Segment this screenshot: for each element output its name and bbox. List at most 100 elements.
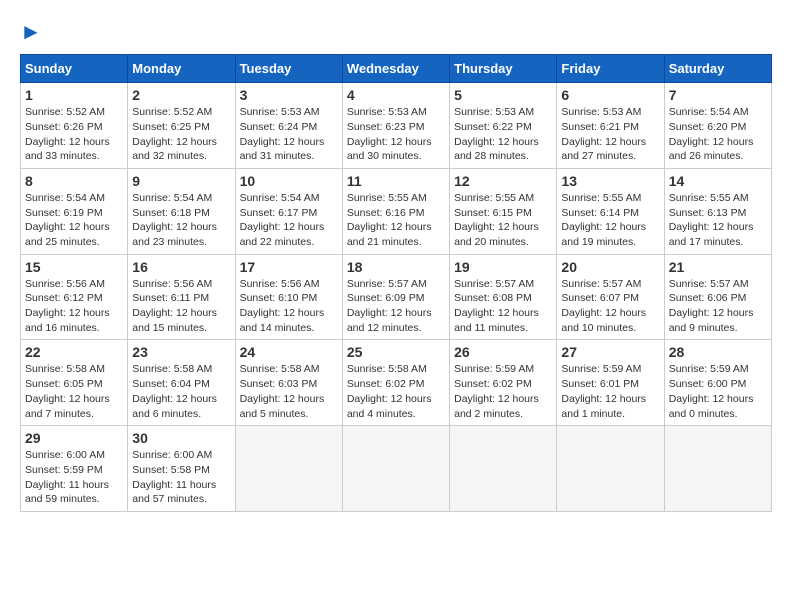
column-header-saturday: Saturday [664, 55, 771, 83]
calendar-week-row: 29Sunrise: 6:00 AMSunset: 5:59 PMDayligh… [21, 426, 772, 512]
column-header-monday: Monday [128, 55, 235, 83]
calendar-cell: 2 Sunrise: 5:52 AMSunset: 6:25 PMDaylight… [128, 83, 235, 169]
calendar-cell: 13 Sunrise: 5:55 AMSunset: 6:14 PMDayligh… [557, 168, 664, 254]
day-info: Sunrise: 5:53 AMSunset: 6:23 PMDaylight:… [347, 105, 445, 164]
calendar-cell: 20 Sunrise: 5:57 AMSunset: 6:07 PMDayligh… [557, 254, 664, 340]
day-info: Sunrise: 5:52 AMSunset: 6:25 PMDaylight:… [132, 105, 230, 164]
calendar-cell: 25 Sunrise: 5:58 AMSunset: 6:02 PMDayligh… [342, 340, 449, 426]
day-info: Sunrise: 5:52 AMSunset: 6:26 PMDaylight:… [25, 105, 123, 164]
day-number: 25 [347, 344, 445, 360]
day-number: 15 [25, 259, 123, 275]
column-header-thursday: Thursday [450, 55, 557, 83]
column-header-sunday: Sunday [21, 55, 128, 83]
calendar-cell: 9Sunrise: 5:54 AMSunset: 6:18 PMDaylight… [128, 168, 235, 254]
day-info: Sunrise: 5:59 AMSunset: 6:01 PMDaylight:… [561, 362, 659, 421]
calendar-cell [664, 426, 771, 512]
day-number: 12 [454, 173, 552, 189]
column-header-friday: Friday [557, 55, 664, 83]
day-number: 5 [454, 87, 552, 103]
calendar-cell: 3 Sunrise: 5:53 AMSunset: 6:24 PMDaylight… [235, 83, 342, 169]
logo-icon-bird: ► [20, 19, 42, 44]
day-number: 18 [347, 259, 445, 275]
calendar-week-row: 1 Sunrise: 5:52 AMSunset: 6:26 PMDaylight… [21, 83, 772, 169]
day-info: Sunrise: 5:55 AMSunset: 6:14 PMDaylight:… [561, 191, 659, 250]
day-number: 23 [132, 344, 230, 360]
day-info: Sunrise: 5:59 AMSunset: 6:02 PMDaylight:… [454, 362, 552, 421]
day-number: 11 [347, 173, 445, 189]
day-info: Sunrise: 5:57 AMSunset: 6:09 PMDaylight:… [347, 277, 445, 336]
day-number: 13 [561, 173, 659, 189]
day-info: Sunrise: 5:55 AMSunset: 6:15 PMDaylight:… [454, 191, 552, 250]
day-number: 8 [25, 173, 123, 189]
calendar-cell: 21 Sunrise: 5:57 AMSunset: 6:06 PMDayligh… [664, 254, 771, 340]
day-number: 16 [132, 259, 230, 275]
day-number: 7 [669, 87, 767, 103]
logo: ► [20, 20, 42, 44]
day-number: 30 [132, 430, 230, 446]
day-number: 26 [454, 344, 552, 360]
day-info: Sunrise: 5:55 AMSunset: 6:13 PMDaylight:… [669, 191, 767, 250]
day-number: 22 [25, 344, 123, 360]
calendar-cell: 14 Sunrise: 5:55 AMSunset: 6:13 PMDayligh… [664, 168, 771, 254]
day-info: Sunrise: 5:54 AMSunset: 6:19 PMDaylight:… [25, 191, 123, 250]
day-info: Sunrise: 5:53 AMSunset: 6:22 PMDaylight:… [454, 105, 552, 164]
day-info: Sunrise: 5:53 AMSunset: 6:24 PMDaylight:… [240, 105, 338, 164]
calendar-cell: 11 Sunrise: 5:55 AMSunset: 6:16 PMDayligh… [342, 168, 449, 254]
day-number: 28 [669, 344, 767, 360]
day-info: Sunrise: 5:54 AMSunset: 6:20 PMDaylight:… [669, 105, 767, 164]
day-info: Sunrise: 5:54 AMSunset: 6:17 PMDaylight:… [240, 191, 338, 250]
day-info: Sunrise: 5:58 AMSunset: 6:05 PMDaylight:… [25, 362, 123, 421]
day-number: 3 [240, 87, 338, 103]
day-info: Sunrise: 5:57 AMSunset: 6:07 PMDaylight:… [561, 277, 659, 336]
calendar-header-row: SundayMondayTuesdayWednesdayThursdayFrid… [21, 55, 772, 83]
calendar-cell: 12 Sunrise: 5:55 AMSunset: 6:15 PMDayligh… [450, 168, 557, 254]
day-info: Sunrise: 5:57 AMSunset: 6:06 PMDaylight:… [669, 277, 767, 336]
day-number: 1 [25, 87, 123, 103]
day-number: 24 [240, 344, 338, 360]
calendar-cell: 10 Sunrise: 5:54 AMSunset: 6:17 PMDayligh… [235, 168, 342, 254]
calendar-cell: 6Sunrise: 5:53 AMSunset: 6:21 PMDaylight… [557, 83, 664, 169]
day-info: Sunrise: 5:58 AMSunset: 6:04 PMDaylight:… [132, 362, 230, 421]
calendar-week-row: 8 Sunrise: 5:54 AMSunset: 6:19 PMDaylight… [21, 168, 772, 254]
day-number: 29 [25, 430, 123, 446]
calendar-cell: 5 Sunrise: 5:53 AMSunset: 6:22 PMDaylight… [450, 83, 557, 169]
day-number: 2 [132, 87, 230, 103]
day-info: Sunrise: 5:56 AMSunset: 6:10 PMDaylight:… [240, 277, 338, 336]
calendar-cell: 22 Sunrise: 5:58 AMSunset: 6:05 PMDayligh… [21, 340, 128, 426]
day-number: 20 [561, 259, 659, 275]
day-number: 6 [561, 87, 659, 103]
calendar-cell [235, 426, 342, 512]
day-info: Sunrise: 5:59 AMSunset: 6:00 PMDaylight:… [669, 362, 767, 421]
calendar-cell: 16 Sunrise: 5:56 AMSunset: 6:11 PMDayligh… [128, 254, 235, 340]
day-number: 27 [561, 344, 659, 360]
calendar-cell: 7 Sunrise: 5:54 AMSunset: 6:20 PMDaylight… [664, 83, 771, 169]
calendar-cell: 15 Sunrise: 5:56 AMSunset: 6:12 PMDayligh… [21, 254, 128, 340]
calendar-cell: 26 Sunrise: 5:59 AMSunset: 6:02 PMDayligh… [450, 340, 557, 426]
calendar-cell [557, 426, 664, 512]
calendar-cell: 30Sunrise: 6:00 AMSunset: 5:58 PMDayligh… [128, 426, 235, 512]
day-info: Sunrise: 5:58 AMSunset: 6:03 PMDaylight:… [240, 362, 338, 421]
calendar-cell: 28 Sunrise: 5:59 AMSunset: 6:00 PMDayligh… [664, 340, 771, 426]
day-number: 9 [132, 173, 230, 189]
calendar-cell: 4Sunrise: 5:53 AMSunset: 6:23 PMDaylight… [342, 83, 449, 169]
calendar-cell: 27 Sunrise: 5:59 AMSunset: 6:01 PMDayligh… [557, 340, 664, 426]
calendar-cell: 23 Sunrise: 5:58 AMSunset: 6:04 PMDayligh… [128, 340, 235, 426]
day-info: Sunrise: 5:55 AMSunset: 6:16 PMDaylight:… [347, 191, 445, 250]
day-info: Sunrise: 5:58 AMSunset: 6:02 PMDaylight:… [347, 362, 445, 421]
day-info: Sunrise: 5:56 AMSunset: 6:12 PMDaylight:… [25, 277, 123, 336]
day-number: 19 [454, 259, 552, 275]
column-header-tuesday: Tuesday [235, 55, 342, 83]
calendar-cell: 29Sunrise: 6:00 AMSunset: 5:59 PMDayligh… [21, 426, 128, 512]
day-number: 17 [240, 259, 338, 275]
day-number: 14 [669, 173, 767, 189]
calendar-cell: 1 Sunrise: 5:52 AMSunset: 6:26 PMDaylight… [21, 83, 128, 169]
day-number: 21 [669, 259, 767, 275]
calendar-cell: 18 Sunrise: 5:57 AMSunset: 6:09 PMDayligh… [342, 254, 449, 340]
day-info: Sunrise: 5:56 AMSunset: 6:11 PMDaylight:… [132, 277, 230, 336]
calendar-week-row: 15 Sunrise: 5:56 AMSunset: 6:12 PMDayligh… [21, 254, 772, 340]
calendar-cell [450, 426, 557, 512]
day-number: 10 [240, 173, 338, 189]
calendar-cell: 8 Sunrise: 5:54 AMSunset: 6:19 PMDaylight… [21, 168, 128, 254]
calendar-cell: 24 Sunrise: 5:58 AMSunset: 6:03 PMDayligh… [235, 340, 342, 426]
calendar-cell: 17 Sunrise: 5:56 AMSunset: 6:10 PMDayligh… [235, 254, 342, 340]
